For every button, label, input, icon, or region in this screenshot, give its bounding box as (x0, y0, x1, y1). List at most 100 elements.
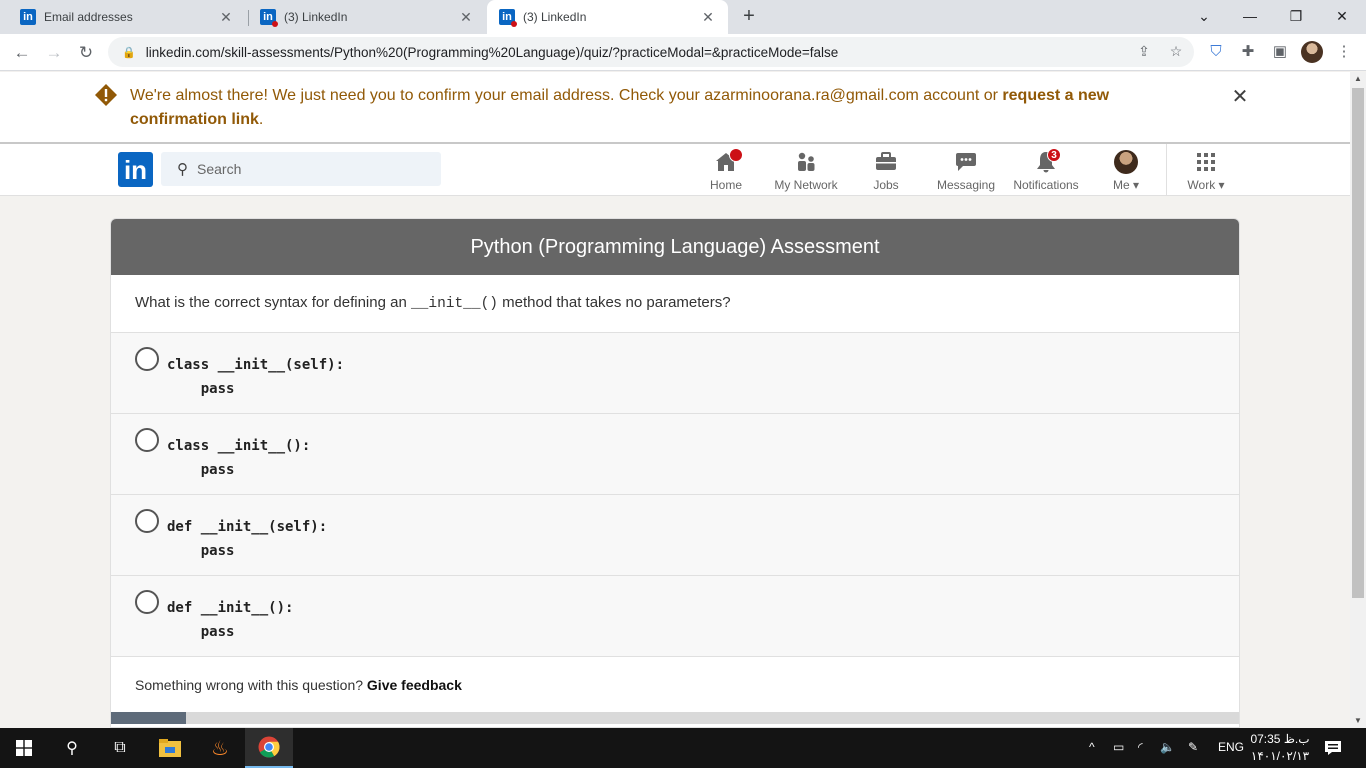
chrome-icon[interactable] (245, 728, 293, 768)
nav-label: Me (1112, 178, 1130, 192)
clock-date: ۱۴۰۱/۰۲/۱۳ (1250, 749, 1310, 763)
question-code: __init__() (410, 296, 498, 312)
email-confirmation-banner: We're almost there! We just need you to … (0, 72, 1350, 144)
tab-label: (3) LinkedIn (284, 10, 348, 24)
nav-label: Home (709, 178, 742, 192)
question-text: What is the correct syntax for defining … (111, 275, 1239, 333)
new-tab-button[interactable]: + (737, 5, 761, 29)
nav-label: Work (1187, 178, 1216, 192)
reload-button[interactable]: ↻ (73, 40, 99, 66)
clock[interactable]: 07:35 ب.ظ ۱۴۰۱/۰۲/۱۳ (1250, 731, 1310, 765)
grid-icon (1197, 153, 1215, 171)
address-bar[interactable]: 🔒 linkedin.com/skill-assessments/Python%… (108, 37, 1194, 67)
answer-option-4[interactable]: def __init__(): pass (111, 576, 1239, 657)
caret-down-icon: ▾ (1218, 178, 1225, 192)
search-placeholder: Search (197, 161, 242, 177)
tab-linkedin-active[interactable]: in (3) LinkedIn ✕ (487, 0, 728, 34)
chevron-up-icon[interactable]: ^ (1089, 740, 1095, 754)
app-icon[interactable]: ♨ (196, 728, 244, 768)
nav-notifications[interactable]: 3 Notifications (1006, 148, 1086, 192)
nav-me[interactable]: Me ▾ (1086, 148, 1166, 192)
forward-button[interactable]: → (41, 40, 67, 66)
scrollbar-thumb[interactable] (1352, 88, 1364, 598)
progress-fill (111, 712, 186, 724)
radio-button[interactable] (135, 509, 159, 533)
nav-messaging[interactable]: Messaging (926, 148, 1006, 192)
tab-label: (3) LinkedIn (523, 10, 587, 24)
clock-time: 07:35 ب.ظ (1250, 732, 1310, 746)
tab-linkedin-1[interactable]: in (3) LinkedIn ✕ (248, 0, 486, 34)
file-explorer-icon[interactable] (146, 728, 194, 768)
nav-label: Jobs (873, 178, 899, 192)
banner-message: We're almost there! We just need you to … (130, 84, 1210, 132)
language-indicator[interactable]: ENG (1218, 740, 1244, 754)
minimize-button[interactable]: — (1227, 0, 1273, 34)
answer-option-1[interactable]: class __init__(self): pass (111, 333, 1239, 414)
nav-label: Messaging (936, 178, 996, 192)
answer-code: class __init__(self): pass (167, 357, 345, 397)
search-icon[interactable]: ⚲ (48, 728, 96, 768)
nav-me-label: Me ▾ (1086, 178, 1166, 192)
answer-option-2[interactable]: class __init__(): pass (111, 414, 1239, 495)
linkedin-navbar: in ⚲ Search Home My Network Jobs Messagi… (0, 144, 1350, 196)
lock-icon[interactable]: 🔒 (122, 46, 136, 59)
notification-count-badge: 3 (1047, 148, 1061, 162)
caret-down-icon: ▾ (1132, 178, 1140, 192)
answer-code: def __init__(self): pass (167, 519, 328, 559)
extensions-puzzle-icon[interactable]: ✚ (1237, 41, 1259, 63)
feedback-row: Something wrong with this question? Give… (135, 677, 462, 693)
tab-search-icon[interactable]: ⌄ (1181, 0, 1227, 34)
search-icon: ⚲ (177, 161, 188, 178)
feedback-text: Something wrong with this question? (135, 677, 367, 693)
nav-work[interactable]: Work ▾ (1166, 148, 1246, 192)
assessment-title: Python (Programming Language) Assessment (111, 219, 1239, 275)
profile-avatar[interactable] (1301, 41, 1323, 63)
give-feedback-link[interactable]: Give feedback (367, 677, 462, 693)
linkedin-icon: in (20, 9, 36, 25)
chrome-menu-icon[interactable]: ⋮ (1333, 41, 1355, 63)
page-scrollbar[interactable]: ▲ ▼ (1350, 72, 1366, 728)
linkedin-logo[interactable]: in (118, 152, 153, 187)
question-prefix: What is the correct syntax for defining … (135, 294, 411, 311)
pen-icon[interactable]: ✎ (1188, 740, 1198, 754)
tab-label: Email addresses (44, 10, 133, 24)
url-text: linkedin.com/skill-assessments/Python%20… (145, 44, 839, 60)
search-input[interactable]: ⚲ Search (161, 152, 441, 186)
task-view-icon[interactable]: ⧉ (96, 728, 144, 768)
nav-home[interactable]: Home (686, 148, 766, 192)
windows-start-icon[interactable] (0, 728, 48, 768)
restore-button[interactable]: ❐ (1273, 0, 1319, 34)
banner-close-icon[interactable]: ✕ (1229, 86, 1251, 108)
share-icon[interactable]: ⇪ (1134, 41, 1154, 61)
network-icon (798, 152, 815, 171)
scroll-up-arrow[interactable]: ▲ (1350, 72, 1366, 86)
nav-my-network[interactable]: My Network (766, 148, 846, 192)
answer-option-3[interactable]: def __init__(self): pass (111, 495, 1239, 576)
close-icon[interactable]: ✕ (458, 9, 474, 26)
back-button[interactable]: ← (9, 40, 35, 66)
shield-extension-icon[interactable]: ⛉ (1205, 41, 1227, 63)
close-icon[interactable]: ✕ (700, 9, 716, 26)
side-panel-icon[interactable]: ▣ (1269, 41, 1291, 63)
radio-button[interactable] (135, 590, 159, 614)
chat-icon (956, 153, 976, 171)
home-notification-dot (729, 148, 743, 162)
bookmark-star-icon[interactable]: ☆ (1166, 41, 1186, 61)
nav-jobs[interactable]: Jobs (846, 148, 926, 192)
linkedin-icon: in (260, 9, 278, 27)
radio-button[interactable] (135, 428, 159, 452)
volume-icon[interactable]: 🔈 (1160, 740, 1175, 754)
wifi-icon[interactable]: ◜ (1138, 740, 1143, 754)
close-icon[interactable]: ✕ (218, 9, 234, 26)
banner-suffix: . (258, 111, 264, 128)
tab-email-addresses[interactable]: in Email addresses ✕ (8, 0, 246, 34)
battery-icon[interactable]: ▭ (1113, 740, 1124, 754)
answer-code: class __init__(): pass (167, 438, 311, 478)
notification-center-icon[interactable] (1310, 728, 1356, 768)
scroll-down-arrow[interactable]: ▼ (1350, 714, 1366, 728)
warning-icon (95, 84, 117, 106)
browser-tabstrip: in Email addresses ✕ in (3) LinkedIn ✕ i… (0, 0, 1366, 34)
window-close-button[interactable]: ✕ (1319, 0, 1365, 34)
linkedin-icon: in (499, 9, 517, 27)
radio-button[interactable] (135, 347, 159, 371)
